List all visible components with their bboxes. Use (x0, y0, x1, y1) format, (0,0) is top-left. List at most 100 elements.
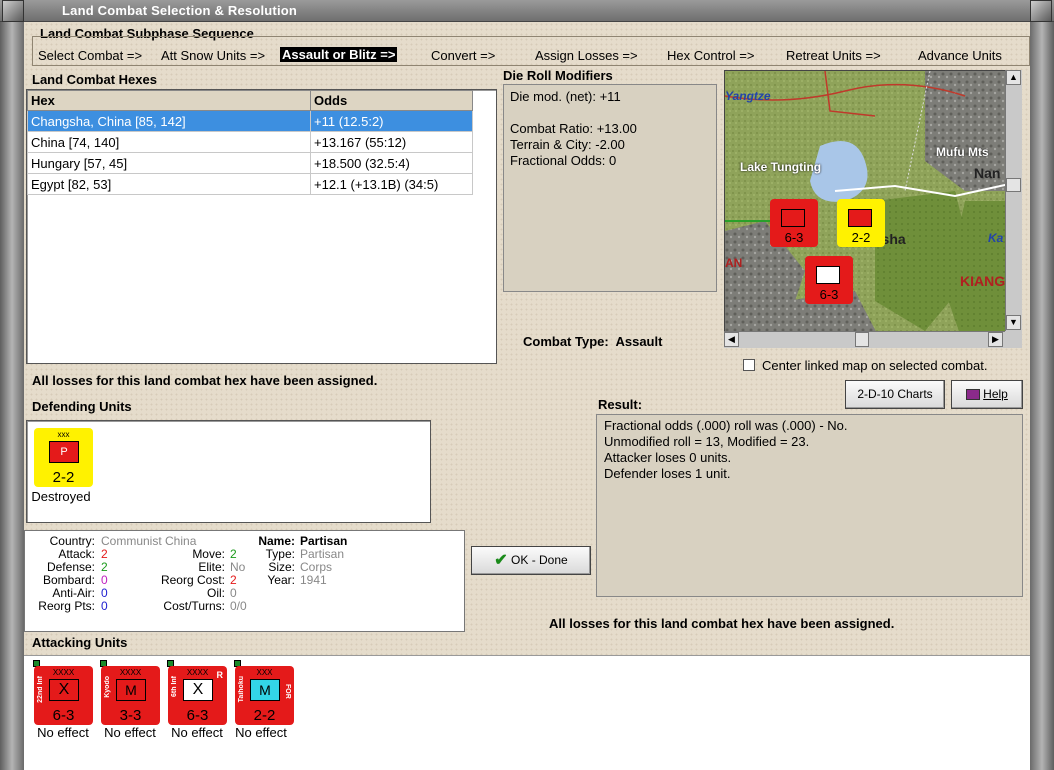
unit-value: 3-3 (119, 707, 142, 724)
row-odds: +13.167 (55:12) (310, 131, 473, 153)
scroll-thumb-vertical[interactable] (1006, 178, 1021, 192)
unit-value: 2-2 (253, 707, 276, 724)
modifier-line: Die mod. (net): +11 (510, 89, 621, 104)
window-menu-icon[interactable] (2, 0, 24, 22)
hexes-list[interactable]: Hex Odds Changsha, China [85, 142] +11 (1… (26, 89, 497, 364)
column-hex[interactable]: Hex (27, 90, 311, 111)
unit-symbol (816, 266, 840, 284)
infantry-symbol-icon: X (49, 679, 79, 701)
map-label-ka: Ka (988, 231, 1004, 245)
map-label-yangtze: Yangtze (725, 89, 771, 103)
seq-step-assault-blitz: Assault or Blitz => (280, 47, 398, 62)
map-label-kiang: KIANG (960, 273, 1006, 289)
map-unit-counter[interactable]: 6-3 (770, 199, 818, 247)
reorgpts-label: Reorg Pts: (38, 599, 95, 613)
window-title: Land Combat Selection & Resolution (62, 3, 298, 18)
scroll-right-icon[interactable]: ▶ (988, 332, 1003, 347)
attacking-unit-counter[interactable]: XXXX 22nd Inf X 6-3 (34, 666, 93, 725)
seq-step-select-combat: Select Combat => (38, 48, 143, 63)
scroll-left-icon[interactable]: ◀ (724, 332, 739, 347)
attacking-unit-status: No effect (235, 725, 287, 740)
map-label-lake: Lake Tungting (740, 160, 822, 174)
year-label: Year: (267, 573, 295, 587)
unit-value: 6-3 (784, 230, 804, 245)
partisan-symbol-icon: P (49, 441, 79, 463)
attacking-unit-counter[interactable]: XXXX R 6th Inf X 6-3 (168, 666, 227, 725)
mountain-symbol-icon: M (116, 679, 146, 701)
table-row[interactable]: Egypt [82, 53] +12.1 (+13.1B) (34:5) (27, 173, 473, 195)
close-icon[interactable] (1030, 0, 1052, 22)
combat-type-value: Assault (615, 334, 663, 349)
result-line: Attacker loses 0 units. (604, 450, 732, 465)
modifiers-panel: Die mod. (net): +11 Combat Ratio: +13.00… (503, 84, 717, 292)
checkmark-icon: ✔ (494, 551, 508, 569)
map-label-an: AN (725, 256, 743, 270)
scroll-up-icon[interactable]: ▲ (1006, 70, 1021, 85)
reorgpts-value: 0 (101, 599, 108, 613)
costturns-value: 0/0 (230, 599, 247, 613)
seq-step-advance: Advance Units (918, 48, 1002, 63)
map-label-mufu: Mufu Mts (936, 145, 989, 159)
table-row[interactable]: Changsha, China [85, 142] +11 (12.5:2) (27, 110, 473, 132)
country-value: Communist China (101, 534, 197, 548)
defending-unit-status: Destroyed (31, 489, 91, 504)
result-line: Fractional odds (.000) roll was (.000) -… (604, 418, 848, 433)
title-bar: Land Combat Selection & Resolution (0, 0, 1054, 22)
combat-type: Combat Type: Assault (523, 334, 662, 349)
defending-unit-counter[interactable]: xxx P 2-2 (34, 428, 93, 487)
book-icon (966, 389, 981, 401)
unit-info-panel: Country: Communist China Attack: 2 Defen… (24, 530, 465, 632)
row-odds: +11 (12.5:2) (310, 110, 473, 132)
result-panel: Fractional odds (.000) roll was (.000) -… (596, 414, 1023, 597)
modifier-line: Fractional Odds: 0 (510, 153, 617, 168)
ok-done-label: OK - Done (511, 553, 568, 567)
reserve-badge: R (216, 670, 224, 680)
scroll-down-icon[interactable]: ▼ (1006, 315, 1021, 330)
modifier-line: Combat Ratio: +13.00 (510, 121, 637, 136)
attacking-unit-status: No effect (104, 725, 156, 740)
unit-value: 6-3 (186, 707, 209, 724)
help-label: Help (983, 387, 1008, 401)
hexes-title: Land Combat Hexes (32, 72, 157, 87)
window-border-left (0, 22, 24, 770)
map-horizontal-scrollbar[interactable]: ◀ ▶ (724, 331, 1005, 348)
unit-name: Taihoku (238, 676, 245, 703)
center-map-checkbox[interactable] (743, 359, 755, 371)
attacking-unit-status: No effect (37, 725, 89, 740)
row-hex: Hungary [57, 45] (27, 152, 311, 174)
costturns-label: Cost/Turns: (163, 599, 225, 613)
ok-done-button[interactable]: ✔ OK - Done (471, 546, 591, 575)
row-odds: +12.1 (+13.1B) (34:5) (310, 173, 473, 195)
column-odds[interactable]: Odds (310, 90, 473, 111)
table-row[interactable]: Hungary [57, 45] +18.500 (32.5:4) (27, 152, 473, 174)
row-odds: +18.500 (32.5:4) (310, 152, 473, 174)
seq-step-assign-losses: Assign Losses => (535, 48, 638, 63)
unit-value: 2-2 (851, 230, 871, 245)
unit-name: 22nd Inf (37, 676, 44, 703)
scroll-thumb-horizontal[interactable] (855, 332, 869, 347)
unit-symbol (848, 209, 872, 227)
center-map-label: Center linked map on selected combat. (762, 358, 988, 373)
map-vertical-scrollbar[interactable]: ▲ ▼ (1005, 70, 1022, 332)
charts-button[interactable]: 2-D-10 Charts (845, 380, 945, 409)
modifiers-title: Die Roll Modifiers (503, 68, 613, 83)
modifier-line (510, 105, 710, 121)
unit-size: xxx (57, 430, 70, 439)
linked-map[interactable]: Yangtze Lake Tungting Mufu Mts Nan gsha … (724, 70, 1022, 348)
table-row[interactable]: China [74, 140] +13.167 (55:12) (27, 131, 473, 153)
attacking-unit-counter[interactable]: XXX Taihoku FOR M 2-2 (235, 666, 294, 725)
seq-step-retreat: Retreat Units => (786, 48, 881, 63)
combat-type-label: Combat Type: (523, 334, 609, 349)
result-title: Result: (598, 397, 643, 412)
map-unit-counter[interactable]: 6-3 (805, 256, 853, 304)
attacking-unit-counter[interactable]: XXXX Kyodo M 3-3 (101, 666, 160, 725)
unit-name: 6th Inf (171, 676, 178, 697)
year-value: 1941 (300, 573, 327, 587)
unit-country: FOR (284, 684, 291, 699)
modifier-line: Terrain & City: -2.00 (510, 137, 625, 152)
map-unit-defender[interactable]: 2-2 (837, 199, 885, 247)
seq-step-convert: Convert => (431, 48, 496, 63)
unit-value: 6-3 (52, 707, 75, 724)
window-border-right (1030, 22, 1054, 770)
help-button[interactable]: Help (951, 380, 1023, 409)
